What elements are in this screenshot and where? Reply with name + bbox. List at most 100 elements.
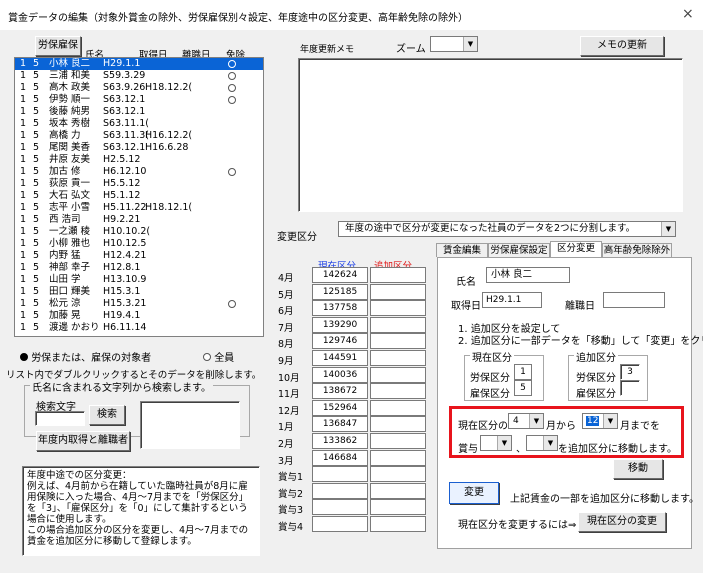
tab-kubun-change[interactable]: 区分変更 — [550, 241, 602, 257]
range-to-text: 12 — [586, 416, 600, 426]
range-from-select[interactable]: 4 ▼ — [508, 413, 544, 429]
radio-all[interactable]: 全員 — [203, 349, 234, 364]
current-value-cell[interactable]: 152964 — [312, 399, 368, 416]
added-value-cell[interactable] — [370, 267, 426, 283]
chevron-down-icon[interactable]: ▼ — [497, 436, 511, 450]
added-value-cell[interactable] — [370, 316, 426, 333]
current-value-cell[interactable] — [312, 482, 368, 499]
memo-textarea[interactable] — [298, 58, 683, 212]
search-input[interactable] — [35, 411, 85, 426]
move-button[interactable]: 移動 — [613, 459, 663, 479]
range-prefix: 現在区分の — [458, 421, 508, 432]
kubun-button[interactable]: 労保雇保 — [35, 36, 81, 56]
chevron-down-icon[interactable]: ▼ — [543, 436, 557, 450]
list-item[interactable]: 1 5 小柳 雅也 H10.12.5 — [15, 238, 263, 250]
list-item[interactable]: 1 5 神部 幸子 H12.8.1 — [15, 262, 263, 274]
year-button[interactable]: 年度内取得と離職者 — [36, 431, 130, 451]
change-select[interactable]: 年度の途中で区分が変更になった社員のデータを2つに分割します。 ▼ — [338, 221, 676, 237]
current-rousho-field: 1 — [514, 364, 532, 380]
list-item[interactable]: 1 5 三浦 和美 S59.3.29 — [15, 70, 263, 82]
list-item[interactable]: 1 5 内野 猛 H12.4.21 — [15, 250, 263, 262]
list-item[interactable]: 1 5 高木 政美 S63.9.26 H18.12.2( — [15, 82, 263, 94]
added-value-cell[interactable] — [370, 383, 426, 400]
window-title: 賞金データの編集（対象外賞金の除外、労保雇保別々設定、年度途中の区分変更、高年齢… — [8, 13, 468, 24]
list-item[interactable]: 1 5 大石 弘文 H5.1.12 — [15, 190, 263, 202]
radio-target-dot[interactable] — [20, 353, 28, 361]
list-item[interactable]: 1 5 小林 良二 H29.1.1 — [15, 58, 263, 70]
bonus-label: 賞与 — [458, 444, 478, 455]
list-item[interactable]: 15 西 浩司 H9.2.21 — [15, 214, 263, 226]
added-value-cell[interactable] — [370, 283, 426, 300]
list-item[interactable]: 1 5 坂本 秀樹 S63.11.1( — [15, 118, 263, 130]
exempt-radio-icon — [228, 72, 236, 80]
list-item[interactable]: 1 5 松元 涼 H15.3.21 — [15, 298, 263, 310]
employee-list[interactable]: 1 5 小林 良二 H29.1.1 1 5 三浦 和美 S59.3.29 1 5 高木 政美 S63.… — [14, 57, 264, 337]
added-value-cell[interactable] — [370, 433, 426, 449]
tab-kubun-settings[interactable]: 労保雇保設定 — [488, 243, 550, 257]
current-value-cell[interactable]: 137758 — [312, 300, 368, 317]
current-value-cell[interactable]: 133862 — [312, 433, 368, 449]
added-value-cell[interactable] — [370, 516, 426, 532]
added-rousho-input[interactable]: 3 — [620, 364, 640, 380]
added-value-cell[interactable] — [370, 333, 426, 350]
list-item[interactable]: 1 5 高橋 力 S63.11.3(H16.12.2( — [15, 130, 263, 142]
current-value-cell[interactable]: 146684 — [312, 449, 368, 466]
list-item[interactable]: 1 5 一之瀬 稜 H10.10.2( — [15, 226, 263, 238]
chevron-down-icon[interactable]: ▼ — [603, 414, 617, 428]
added-value-cell[interactable] — [370, 416, 426, 433]
current-value-cell[interactable] — [312, 499, 368, 516]
kubun-b: 5 — [33, 106, 40, 117]
added-value-cell[interactable] — [370, 482, 426, 499]
current-value-cell[interactable]: 129746 — [312, 333, 368, 350]
current-value-cell[interactable]: 140036 — [312, 366, 368, 383]
chevron-down-icon[interactable]: ▼ — [463, 37, 477, 51]
list-item[interactable]: 1 5 伊勢 順一 S63.12.1 — [15, 94, 263, 106]
change-button[interactable]: 変更 — [449, 482, 499, 504]
current-value-cell[interactable] — [312, 516, 368, 532]
chevron-down-icon[interactable]: ▼ — [661, 222, 675, 236]
employee-name: 西 浩司 — [49, 214, 81, 225]
tab-wage-edit[interactable]: 賃金編集 — [436, 243, 488, 257]
list-item[interactable]: 1 5 後藤 純男 S63.12.1 — [15, 106, 263, 118]
added-value-cell[interactable] — [370, 350, 426, 366]
search-button[interactable]: 検索 — [89, 405, 125, 425]
added-value-cell[interactable] — [370, 449, 426, 466]
note-textbox[interactable]: 年度中途での区分変更： 例えば、4月前から在籍していた臨時社員が8月に雇用保険に… — [22, 466, 260, 556]
added-value-cell[interactable] — [370, 466, 426, 483]
radio-all-dot[interactable] — [203, 353, 211, 361]
list-item[interactable]: 1 5 尾関 美香 S63.12.1 H16.6.28 — [15, 142, 263, 154]
list-item[interactable]: 1 5 荻原 貢一 H5.5.12 — [15, 178, 263, 190]
current-value-cell[interactable]: 125185 — [312, 283, 368, 300]
list-item[interactable]: 1 5 加藤 晃 H19.4.1 — [15, 310, 263, 322]
added-value-cell[interactable] — [370, 300, 426, 317]
memo-update-button[interactable]: メモの更新 — [580, 36, 664, 56]
current-value-cell[interactable]: 138672 — [312, 383, 368, 400]
current-value-cell[interactable]: 139290 — [312, 316, 368, 333]
list-item[interactable]: 1 5 田口 輝美 H15.3.1 — [15, 286, 263, 298]
current-value-cell[interactable]: 142624 — [312, 267, 368, 283]
chevron-down-icon[interactable]: ▼ — [529, 414, 543, 428]
bonus-select-2[interactable]: ▼ — [526, 435, 558, 451]
added-value-cell[interactable] — [370, 499, 426, 516]
radio-target[interactable]: 労保または、雇保の対象者 — [20, 349, 151, 364]
range-to-select[interactable]: 12 ▼ — [582, 413, 618, 429]
bonus-select-1[interactable]: ▼ — [480, 435, 512, 451]
current-value-cell[interactable]: 144591 — [312, 350, 368, 366]
month-label: 10月 — [278, 372, 300, 384]
added-value-cell[interactable] — [370, 399, 426, 416]
close-icon[interactable]: × — [682, 6, 694, 22]
list-item[interactable]: 1 5 渡邊 かおり H6.11.14 — [15, 322, 263, 334]
list-item[interactable]: 1 5 井原 友美 H2.5.12 — [15, 154, 263, 166]
employee-name: 渡邊 かおり — [49, 322, 100, 333]
current-value-cell[interactable]: 136847 — [312, 416, 368, 433]
list-item[interactable]: 1 5 山田 学 H13.10.9 — [15, 274, 263, 286]
tab-elderly-exempt[interactable]: 高年齢免除除外 — [602, 243, 672, 257]
added-kosho-input[interactable] — [620, 380, 640, 396]
change-current-button[interactable]: 現在区分の変更 — [578, 512, 666, 532]
list-item[interactable]: 1 5 加古 修 H6.12.10 — [15, 166, 263, 178]
search-results[interactable] — [140, 401, 240, 449]
current-value-cell[interactable] — [312, 466, 368, 483]
list-item[interactable]: 1 5 志平 小雪 H5.11.22 H18.12.1( — [15, 202, 263, 214]
added-value-cell[interactable] — [370, 366, 426, 383]
zoom-select[interactable]: ▼ — [430, 36, 478, 52]
